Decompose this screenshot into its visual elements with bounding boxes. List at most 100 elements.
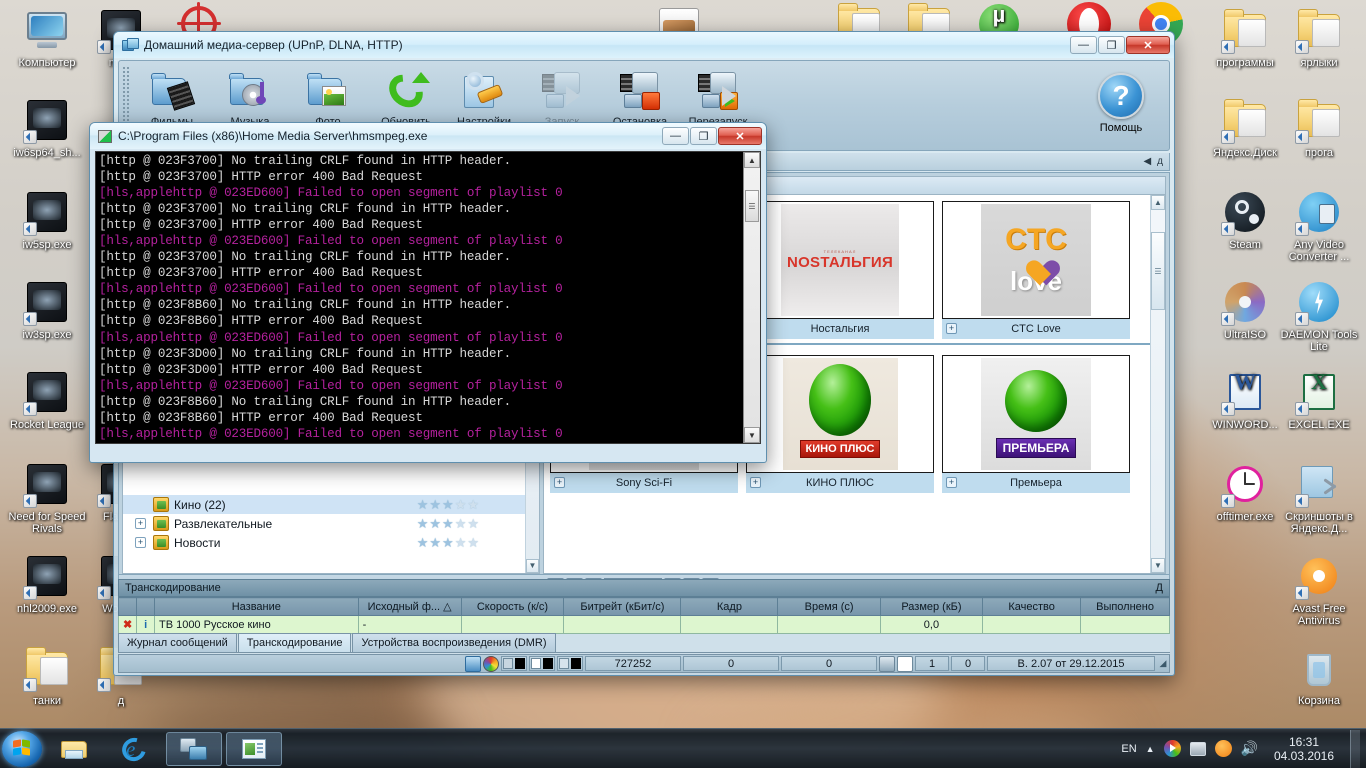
tree-node[interactable]: Кино (22) ★ ★ ★ ★ ★: [123, 495, 539, 514]
rating-stars[interactable]: ★ ★ ★ ★ ★: [417, 536, 479, 549]
tab-inactive[interactable]: Устройства воспроизведения (DMR): [352, 633, 556, 652]
console-output-area[interactable]: [http @ 023F3700] No trailing CRLF found…: [95, 151, 761, 444]
channel-thumbnail[interactable]: КИНО ПЛЮС: [746, 355, 934, 473]
desktop-icon[interactable]: Корзина: [1280, 644, 1358, 707]
desktop-icon[interactable]: Need for Speed Rivals: [8, 460, 86, 535]
desktop-icon[interactable]: Компьютер: [8, 6, 86, 69]
tree-node[interactable]: + Новости ★ ★ ★ ★ ★: [123, 533, 539, 552]
minimize-button[interactable]: —: [1070, 36, 1097, 54]
dock-title-bar[interactable]: Транскодирование Д: [118, 579, 1170, 597]
star-icon[interactable]: ★: [442, 517, 454, 530]
taskbar[interactable]: e EN ▲ 🔊 16:31 04.03.2016: [0, 728, 1366, 768]
desktop-icon[interactable]: программы: [1206, 6, 1284, 69]
channel-card[interactable]: CTC love + CTC Love: [942, 201, 1130, 339]
channel-thumbnail[interactable]: ПРЕМЬЕРА: [942, 355, 1130, 473]
desktop-icon[interactable]: Avast Free Antivirus: [1280, 552, 1358, 627]
console-scrollbar[interactable]: ▲ ☰ ▼: [743, 152, 760, 443]
star-icon[interactable]: ★: [455, 498, 467, 511]
server-small-icon[interactable]: [879, 655, 895, 672]
card-expand-icon[interactable]: +: [750, 477, 761, 488]
channel-thumbnail[interactable]: CTC love: [942, 201, 1130, 319]
grid-scroll-up-icon[interactable]: ▲: [1151, 195, 1165, 210]
desktop-icon[interactable]: iw5sp.exe: [8, 188, 86, 251]
hms-window-controls[interactable]: — ❐ ✕: [1070, 36, 1170, 54]
card-expand-icon[interactable]: +: [946, 477, 957, 488]
star-icon[interactable]: ★: [442, 498, 454, 511]
show-hidden-icons-icon[interactable]: ▲: [1146, 744, 1155, 754]
avast-icon[interactable]: [1214, 740, 1232, 757]
star-icon[interactable]: ★: [442, 536, 454, 549]
taskbar-item-console-window[interactable]: [226, 731, 282, 766]
tab-active[interactable]: Транскодирование: [237, 633, 352, 652]
hms-title-bar[interactable]: Домашний медиа-сервер (UPnP, DLNA, HTTP)…: [114, 32, 1174, 58]
grid-scrollbar[interactable]: ▲ ☰ ▼: [1150, 195, 1165, 573]
hmsmpeg-console-window[interactable]: C:\Program Files (x86)\Home Media Server…: [89, 122, 767, 463]
table-column-header[interactable]: Кадр: [680, 597, 779, 616]
star-icon[interactable]: ★: [467, 517, 479, 530]
toolbar-button-music-folder[interactable]: Музыка: [211, 61, 289, 128]
console-maximize-button[interactable]: ❐: [690, 127, 717, 145]
pin-icon[interactable]: д: [1157, 156, 1163, 167]
rating-stars[interactable]: ★ ★ ★ ★ ★: [417, 517, 479, 530]
star-icon[interactable]: ★: [429, 536, 441, 549]
channel-card[interactable]: ТЕЛЕКАНАЛ NOSТАЛЬГИЯ Ностальгия: [746, 201, 934, 339]
star-icon[interactable]: ★: [455, 517, 467, 530]
console-close-button[interactable]: ✕: [718, 127, 762, 145]
language-indicator[interactable]: EN: [1121, 743, 1136, 755]
console-window-controls[interactable]: — ❐ ✕: [662, 127, 762, 145]
network-icon[interactable]: [1189, 741, 1206, 756]
table-column-header[interactable]: Битрейт (кБит/с): [563, 597, 682, 616]
help-button[interactable]: ? Помощь: [1073, 61, 1169, 134]
show-desktop-button[interactable]: [1350, 729, 1360, 768]
tree-scroll-down-icon[interactable]: ▼: [526, 559, 539, 573]
toolbar-button-refresh[interactable]: Обновить: [367, 61, 445, 128]
table-column-header[interactable]: [136, 597, 155, 616]
volume-icon[interactable]: 🔊: [1241, 740, 1258, 757]
card-expand-icon[interactable]: +: [554, 477, 565, 488]
star-icon[interactable]: ★: [429, 517, 441, 530]
desktop-icon[interactable]: iw3sp.exe: [8, 278, 86, 341]
toolbar-button-restart-server[interactable]: Перезапуск: [679, 61, 757, 128]
table-column-header[interactable]: [117, 597, 138, 616]
star-icon[interactable]: ★: [429, 498, 441, 511]
console-scroll-down-icon[interactable]: ▼: [744, 427, 760, 443]
resize-grip-icon[interactable]: ◢: [1157, 658, 1169, 669]
desktop-icon[interactable]: Rocket League: [8, 368, 86, 431]
table-column-header[interactable]: Исходный ф... △: [357, 597, 462, 616]
star-icon[interactable]: ★: [467, 536, 479, 549]
console-title-bar[interactable]: C:\Program Files (x86)\Home Media Server…: [90, 123, 766, 149]
desktop-icon[interactable]: DAEMON Tools Lite: [1280, 278, 1358, 353]
desktop-icon[interactable]: прога: [1280, 96, 1358, 159]
toolbar-button-stop-server[interactable]: Остановка: [601, 61, 679, 128]
tree-node[interactable]: + Развлекательные ★ ★ ★ ★ ★: [123, 514, 539, 533]
channel-card[interactable]: КИНО ПЛЮС + КИНО ПЛЮС: [746, 355, 934, 493]
console-minimize-button[interactable]: —: [662, 127, 689, 145]
system-tray[interactable]: EN ▲ 🔊 16:31 04.03.2016: [1121, 729, 1366, 768]
channel-card[interactable]: ПРЕМЬЕРА + Премьера: [942, 355, 1130, 493]
toolbar-button-photo-folder[interactable]: Фото: [289, 61, 367, 128]
desktop-icon[interactable]: ярлыки: [1280, 6, 1358, 69]
clock[interactable]: 16:31 04.03.2016: [1267, 735, 1341, 763]
desktop-icon[interactable]: offtimer.exe: [1206, 460, 1284, 523]
table-column-header[interactable]: Скорость (к/с): [460, 597, 565, 616]
desktop-icon[interactable]: Any Video Converter ...: [1280, 188, 1358, 263]
grid-scroll-down-icon[interactable]: ▼: [1151, 558, 1165, 573]
console-scroll-up-icon[interactable]: ▲: [744, 152, 760, 168]
maximize-button[interactable]: ❐: [1098, 36, 1125, 54]
palette-icon[interactable]: [465, 655, 481, 672]
channel-thumbnail[interactable]: ТЕЛЕКАНАЛ NOSТАЛЬГИЯ: [746, 201, 934, 319]
card-expand-icon[interactable]: +: [946, 323, 957, 334]
desktop-icon[interactable]: Скриншоты в Яндекс.Д...: [1280, 460, 1358, 535]
grid-scroll-thumb[interactable]: ☰: [1151, 232, 1165, 310]
desktop-icon[interactable]: W WINWORD...: [1206, 368, 1284, 432]
taskbar-item-explorer[interactable]: [46, 732, 102, 766]
table-column-header[interactable]: Качество: [982, 597, 1082, 616]
star-icon[interactable]: ★: [417, 498, 429, 511]
start-button[interactable]: [2, 730, 42, 767]
taskbar-item-internet-explorer[interactable]: e: [106, 732, 162, 766]
desktop-icon[interactable]: iw6sp64_sh...: [8, 96, 86, 159]
table-column-header[interactable]: Размер (кБ): [879, 597, 984, 616]
taskbar-item-home-media-server[interactable]: [166, 731, 222, 766]
media-player-icon[interactable]: [1163, 740, 1181, 757]
star-icon[interactable]: ★: [417, 517, 429, 530]
